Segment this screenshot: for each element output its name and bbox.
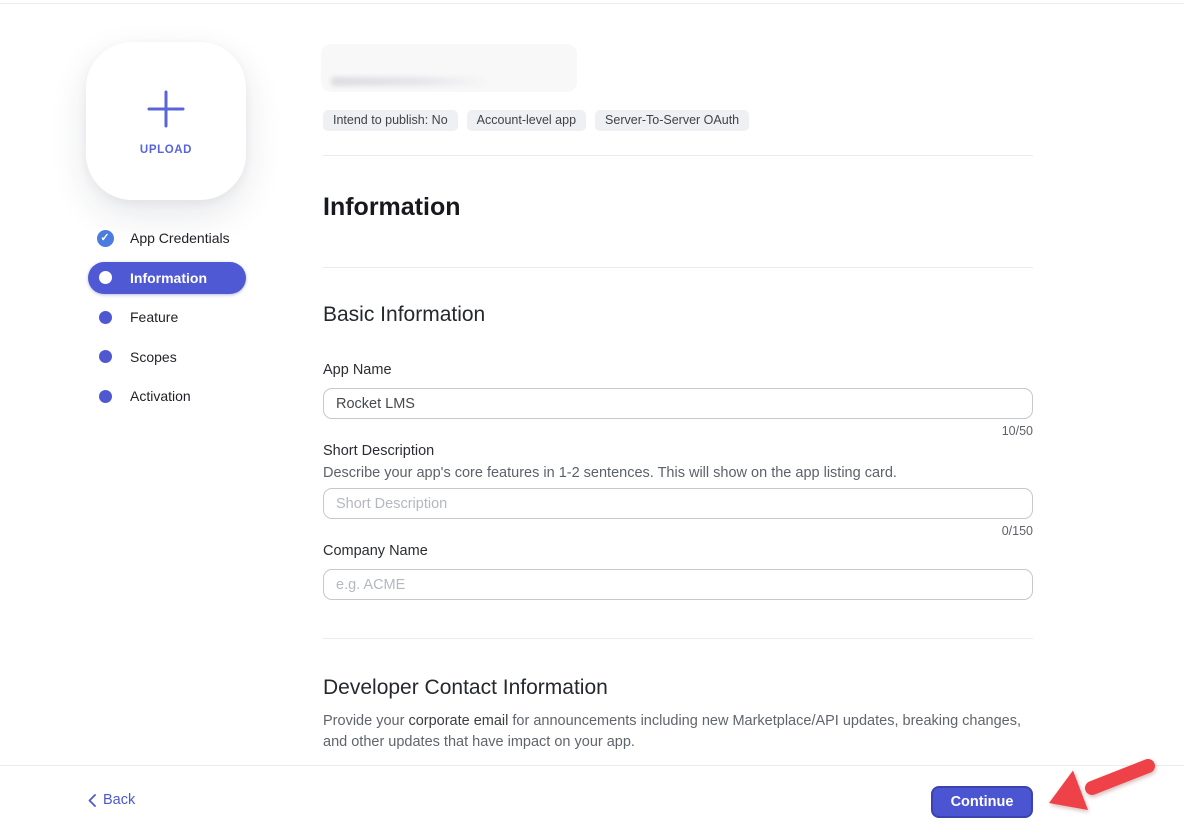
check-circle-icon: ✓ [97,230,114,247]
sidebar-step[interactable]: ✓ Feature [88,301,246,333]
continue-button[interactable]: Continue [931,786,1033,818]
step-dot-icon [99,390,112,403]
short-description-helper: Describe your app's core features in 1-2… [323,465,897,481]
description-text: Provide your [323,713,408,729]
back-button[interactable]: Back [88,792,135,808]
short-description-char-counter: 0/150 [1002,524,1033,538]
company-name-input[interactable] [323,569,1033,600]
sidebar-step[interactable]: ✓ App Credentials [88,222,246,254]
main-content: Intend to publish: No Account-level app … [323,0,1033,837]
upload-logo-dropzone[interactable]: UPLOAD [86,42,246,200]
sidebar-step-label: Feature [130,309,178,325]
company-name-label: Company Name [323,543,428,559]
short-description-input[interactable] [323,488,1033,519]
divider [323,638,1033,639]
step-dot-icon [99,311,112,324]
app-name-label: App Name [323,362,392,378]
app-marketplace-form-page: UPLOAD ✓ App Credentials ✓ Information [0,0,1184,837]
chevron-left-icon [88,794,96,807]
basic-information-heading: Basic Information [323,303,485,327]
back-label: Back [103,792,135,808]
divider [323,155,1033,156]
page-title: Information [323,193,461,222]
redacted-app-name [321,44,577,92]
short-description-label: Short Description [323,443,434,459]
app-attribute-tags: Intend to publish: No Account-level app … [323,110,749,131]
description-emphasis: corporate email [408,713,508,729]
redaction-smudge [331,77,490,86]
upload-label: UPLOAD [140,144,192,156]
active-step-dot-icon [99,271,112,284]
footer-bar: Back Continue [0,765,1184,837]
divider [323,267,1033,268]
app-name-input[interactable] [323,388,1033,419]
step-navigation: ✓ App Credentials ✓ Information ✓ [88,222,246,420]
sidebar-step[interactable]: ✓ Activation [88,380,246,412]
developer-contact-heading: Developer Contact Information [323,676,608,700]
sidebar-step[interactable]: ✓ Information [88,262,246,294]
app-tag: Intend to publish: No [323,110,458,131]
app-tag: Account-level app [467,110,586,131]
sidebar-step-label: App Credentials [130,230,230,246]
sidebar-step-label: Activation [130,388,191,404]
app-name-char-counter: 10/50 [1002,424,1033,438]
plus-icon [143,86,189,132]
developer-contact-description: Provide your corporate email for announc… [323,711,1033,752]
sidebar-step-label: Scopes [130,349,177,365]
sidebar-step-label: Information [130,270,207,286]
step-dot-icon [99,350,112,363]
sidebar-step[interactable]: ✓ Scopes [88,341,246,373]
app-tag: Server-To-Server OAuth [595,110,749,131]
